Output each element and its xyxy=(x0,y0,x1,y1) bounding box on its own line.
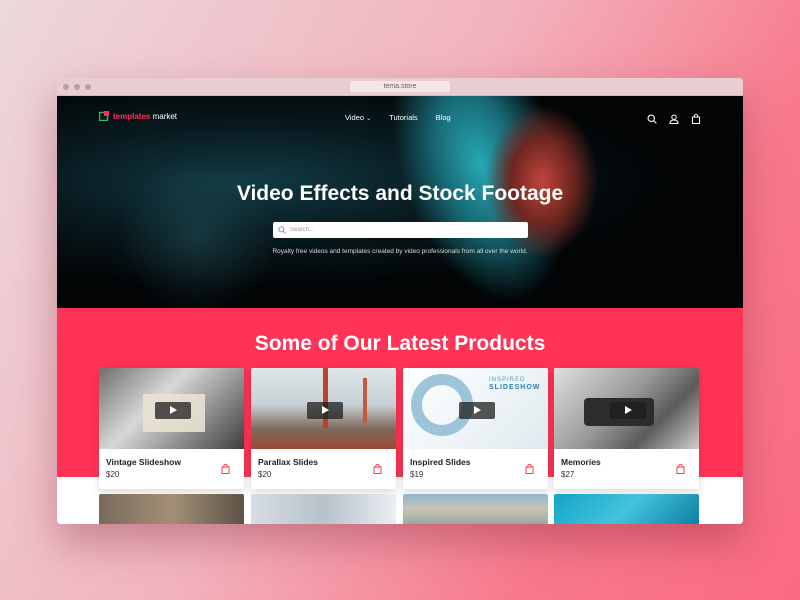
logo-mark-icon xyxy=(99,111,109,121)
close-window-button[interactable] xyxy=(63,84,69,90)
product-price: $19 xyxy=(410,470,424,479)
add-to-cart-icon[interactable] xyxy=(221,461,230,474)
product-thumbnail[interactable] xyxy=(554,494,699,524)
hero-subtitle: Royalty free videos and templates create… xyxy=(272,248,528,255)
maximize-window-button[interactable] xyxy=(85,84,91,90)
play-button[interactable] xyxy=(155,402,191,419)
latest-products-section: Some of Our Latest Products Vintage Slid… xyxy=(57,308,743,524)
product-thumbnail[interactable] xyxy=(251,494,396,524)
play-button[interactable] xyxy=(307,402,343,419)
hero-background-glow xyxy=(117,156,277,308)
chevron-down-icon: ⌄ xyxy=(366,116,372,122)
product-price: $20 xyxy=(106,470,120,479)
thumbnail-image xyxy=(363,378,367,423)
search-icon[interactable] xyxy=(647,111,657,124)
hero-title: Video Effects and Stock Footage xyxy=(236,182,564,205)
thumbnail-image xyxy=(323,368,328,428)
section-title: Some of Our Latest Products xyxy=(254,332,546,355)
product-thumbnail[interactable] xyxy=(554,368,699,449)
add-to-cart-icon[interactable] xyxy=(525,461,534,474)
nav-video-label: Video xyxy=(345,113,365,122)
thumbnail-text: SLIDESHOW xyxy=(489,384,541,391)
top-navigation: templates market Video ⌄ Tutorials Blog xyxy=(57,96,743,140)
product-thumbnail[interactable]: INSPIRED SLIDESHOW xyxy=(403,368,548,449)
thumbnail-text: INSPIRED xyxy=(489,377,526,383)
add-to-cart-icon[interactable] xyxy=(676,461,685,474)
product-thumbnail[interactable] xyxy=(251,368,396,449)
add-to-cart-icon[interactable] xyxy=(373,461,382,474)
logo-suffix: market xyxy=(150,111,178,121)
product-price: $20 xyxy=(258,470,272,479)
browser-window: tema.store templates market Video ⌄ Tuto… xyxy=(57,78,743,524)
site-logo[interactable]: templates market xyxy=(99,111,177,121)
product-thumbnail[interactable] xyxy=(99,494,244,524)
browser-titlebar: tema.store xyxy=(57,78,743,96)
logo-brand: templates xyxy=(113,111,151,121)
nav-blog[interactable]: Blog xyxy=(436,113,451,122)
minimize-window-button[interactable] xyxy=(74,84,80,90)
product-thumbnail[interactable] xyxy=(403,494,548,524)
product-card[interactable]: Vintage Slideshow $20 xyxy=(99,368,244,489)
hero-section: templates market Video ⌄ Tutorials Blog … xyxy=(57,96,743,308)
product-name[interactable]: Vintage Slideshow xyxy=(106,457,181,467)
product-name[interactable]: Parallax Slides xyxy=(258,457,318,467)
account-icon[interactable] xyxy=(669,111,679,124)
product-price: $27 xyxy=(561,470,575,479)
play-button[interactable] xyxy=(610,402,646,419)
product-thumbnail[interactable] xyxy=(99,368,244,449)
product-name[interactable]: Inspired Slides xyxy=(410,457,470,467)
logo-text: templates market xyxy=(113,112,177,121)
address-bar[interactable]: tema.store xyxy=(350,81,450,92)
search-input[interactable] xyxy=(290,227,510,233)
nav-video[interactable]: Video ⌄ xyxy=(345,113,371,122)
hero-search-bar[interactable] xyxy=(273,222,528,238)
product-name[interactable]: Memories xyxy=(561,457,601,467)
product-card[interactable]: Memories $27 xyxy=(554,368,699,489)
search-icon xyxy=(278,221,286,239)
nav-icons xyxy=(647,111,701,124)
product-card[interactable]: Parallax Slides $20 xyxy=(251,368,396,489)
product-card[interactable]: INSPIRED SLIDESHOW Inspired Slides $19 xyxy=(403,368,548,489)
play-button[interactable] xyxy=(459,402,495,419)
cart-icon[interactable] xyxy=(691,111,701,124)
nav-links: Video ⌄ Tutorials Blog xyxy=(345,113,451,122)
nav-tutorials[interactable]: Tutorials xyxy=(389,113,417,122)
window-controls xyxy=(63,84,91,90)
